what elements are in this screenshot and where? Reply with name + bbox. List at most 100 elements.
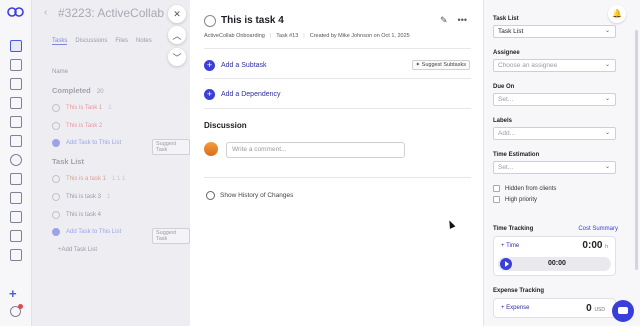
calendar-icon[interactable]: [10, 97, 22, 109]
add-subtask-button[interactable]: + Add a Subtask: [204, 60, 267, 71]
comment-input[interactable]: Write a comment...: [226, 142, 405, 158]
task-checkbox[interactable]: [52, 175, 60, 183]
meta-separator: |: [303, 33, 305, 39]
project-title: #3223: ActiveCollab ...: [58, 6, 178, 20]
time-total: 0:00 h: [582, 240, 608, 251]
project-tabs: Tasks Discussions Files Notes: [52, 38, 152, 45]
complete-task-checkbox[interactable]: [204, 15, 216, 27]
documents-icon[interactable]: [10, 249, 22, 261]
profile-icon[interactable]: [10, 59, 22, 71]
add-icon: +: [204, 60, 215, 71]
timer-value: 00:00: [548, 260, 566, 267]
suggest-task-button[interactable]: Suggest Task: [152, 139, 190, 155]
task-checkbox[interactable]: [52, 211, 60, 219]
help-icon[interactable]: [10, 304, 23, 317]
hidden-from-clients-row[interactable]: Hidden from clients: [493, 185, 556, 192]
task-list-label: Task List: [493, 16, 519, 22]
chevron-down-icon: ⌄: [604, 28, 610, 34]
task-list-group: Task List: [52, 157, 84, 166]
chevron-up-icon: ︿: [172, 30, 182, 41]
divider: [204, 177, 471, 178]
project-link[interactable]: ActiveCollab Onboarding: [204, 33, 265, 39]
tab-discussions[interactable]: Discussions: [75, 38, 107, 45]
name-column-header: Name: [52, 69, 69, 75]
add-task-row[interactable]: Add Task to This List: [52, 228, 121, 236]
chevron-down-icon: ⌄: [604, 62, 610, 68]
high-priority-label: High priority: [505, 196, 538, 203]
labels-select[interactable]: Add... ⌄: [493, 127, 616, 140]
next-task-button[interactable]: ﹀: [168, 48, 186, 66]
more-options-icon[interactable]: •••: [458, 15, 467, 26]
assignee-select[interactable]: Choose an assignee ⌄: [493, 59, 616, 72]
task-checkbox[interactable]: [52, 193, 60, 201]
invoice-icon[interactable]: [10, 192, 22, 204]
estimation-select[interactable]: Set... ⌄: [493, 161, 616, 174]
task-name: This is a task 1: [66, 176, 107, 182]
activecollab-logo[interactable]: [7, 5, 25, 19]
trash-icon[interactable]: [10, 230, 22, 242]
labels-label: Labels: [493, 118, 513, 124]
task-number: Task #13: [276, 33, 299, 39]
chat-icon[interactable]: [612, 300, 634, 322]
suggest-task-button[interactable]: Suggest Task: [152, 228, 190, 244]
add-time-link[interactable]: + Time: [501, 243, 519, 249]
clipboard-icon[interactable]: [10, 211, 22, 223]
list-item[interactable]: This is task 4: [52, 211, 101, 219]
add-task-row[interactable]: Add Task to This List: [52, 139, 121, 147]
close-button[interactable]: ✕: [168, 5, 186, 23]
target-icon[interactable]: [10, 154, 22, 166]
list-item[interactable]: This is task 3 1: [52, 193, 110, 201]
due-on-select[interactable]: Set... ⌄: [493, 93, 616, 106]
add-expense-link[interactable]: + Expense: [501, 305, 530, 311]
show-history-button[interactable]: Show History of Changes: [206, 191, 293, 200]
tab-files[interactable]: Files: [115, 38, 128, 45]
high-priority-checkbox[interactable]: [493, 196, 500, 203]
history-icon: [206, 191, 215, 200]
list-item[interactable]: This is Task 1 1: [52, 104, 112, 112]
task-checkbox[interactable]: [52, 122, 60, 130]
labels-placeholder: Add...: [498, 130, 515, 137]
hidden-from-clients-checkbox[interactable]: [493, 185, 500, 192]
estimation-label: Time Estimation: [493, 152, 540, 158]
edit-icon[interactable]: ✎: [440, 15, 448, 26]
add-icon[interactable]: +: [9, 286, 17, 301]
high-priority-row[interactable]: High priority: [493, 196, 537, 203]
notifications-button[interactable]: 🔔: [608, 5, 626, 23]
cost-summary-link[interactable]: Cost Summary: [578, 226, 618, 232]
task-title[interactable]: This is task 4: [221, 15, 284, 26]
task-checkbox[interactable]: [52, 104, 60, 112]
task-name: This is task 3: [66, 194, 102, 200]
back-arrow-icon[interactable]: ‹: [44, 7, 47, 18]
add-task-label[interactable]: Add Task to This List: [66, 229, 121, 235]
divider: [204, 48, 471, 49]
expense-tracking-card: + Expense 0 USD: [493, 298, 616, 318]
scrollbar[interactable]: [635, 30, 638, 270]
close-icon: ✕: [173, 8, 181, 19]
completed-group: Completed 20: [52, 86, 104, 95]
previous-task-button[interactable]: ︿: [168, 26, 186, 44]
list-item[interactable]: This is Task 2: [52, 122, 102, 130]
people-icon[interactable]: [10, 116, 22, 128]
background-project-panel: ‹ #3223: ActiveCollab ... Tasks Discussi…: [32, 0, 190, 326]
task-list-select[interactable]: Task List ⌄: [493, 25, 616, 38]
play-icon[interactable]: [500, 258, 512, 270]
suggest-subtasks-button[interactable]: ✦ Suggest Subtasks: [411, 60, 470, 70]
tab-notes[interactable]: Notes: [136, 38, 152, 45]
activity-icon[interactable]: [10, 78, 22, 90]
task-meta: ActiveCollab Onboarding | Task #13 | Cre…: [204, 33, 410, 39]
due-on-label: Due On: [493, 84, 515, 90]
projects-icon[interactable]: [10, 40, 22, 52]
notification-dot: [18, 304, 23, 309]
reports-icon[interactable]: [10, 135, 22, 147]
add-task-list-link[interactable]: +Add Task List: [58, 247, 97, 253]
add-dependency-button[interactable]: + Add a Dependency: [204, 89, 281, 100]
tab-tasks[interactable]: Tasks: [52, 38, 68, 45]
list-item[interactable]: This is a task 1 1 1 1: [52, 175, 125, 183]
chevron-down-icon: ⌄: [604, 96, 610, 102]
time-tracking-card: + Time 0:00 h 00:00: [493, 236, 616, 276]
task-extra: 1: [107, 194, 111, 200]
add-task-label[interactable]: Add Task to This List: [66, 140, 121, 146]
add-icon: [52, 139, 60, 147]
add-subtask-label: Add a Subtask: [221, 62, 267, 69]
stack-icon[interactable]: [10, 173, 22, 185]
